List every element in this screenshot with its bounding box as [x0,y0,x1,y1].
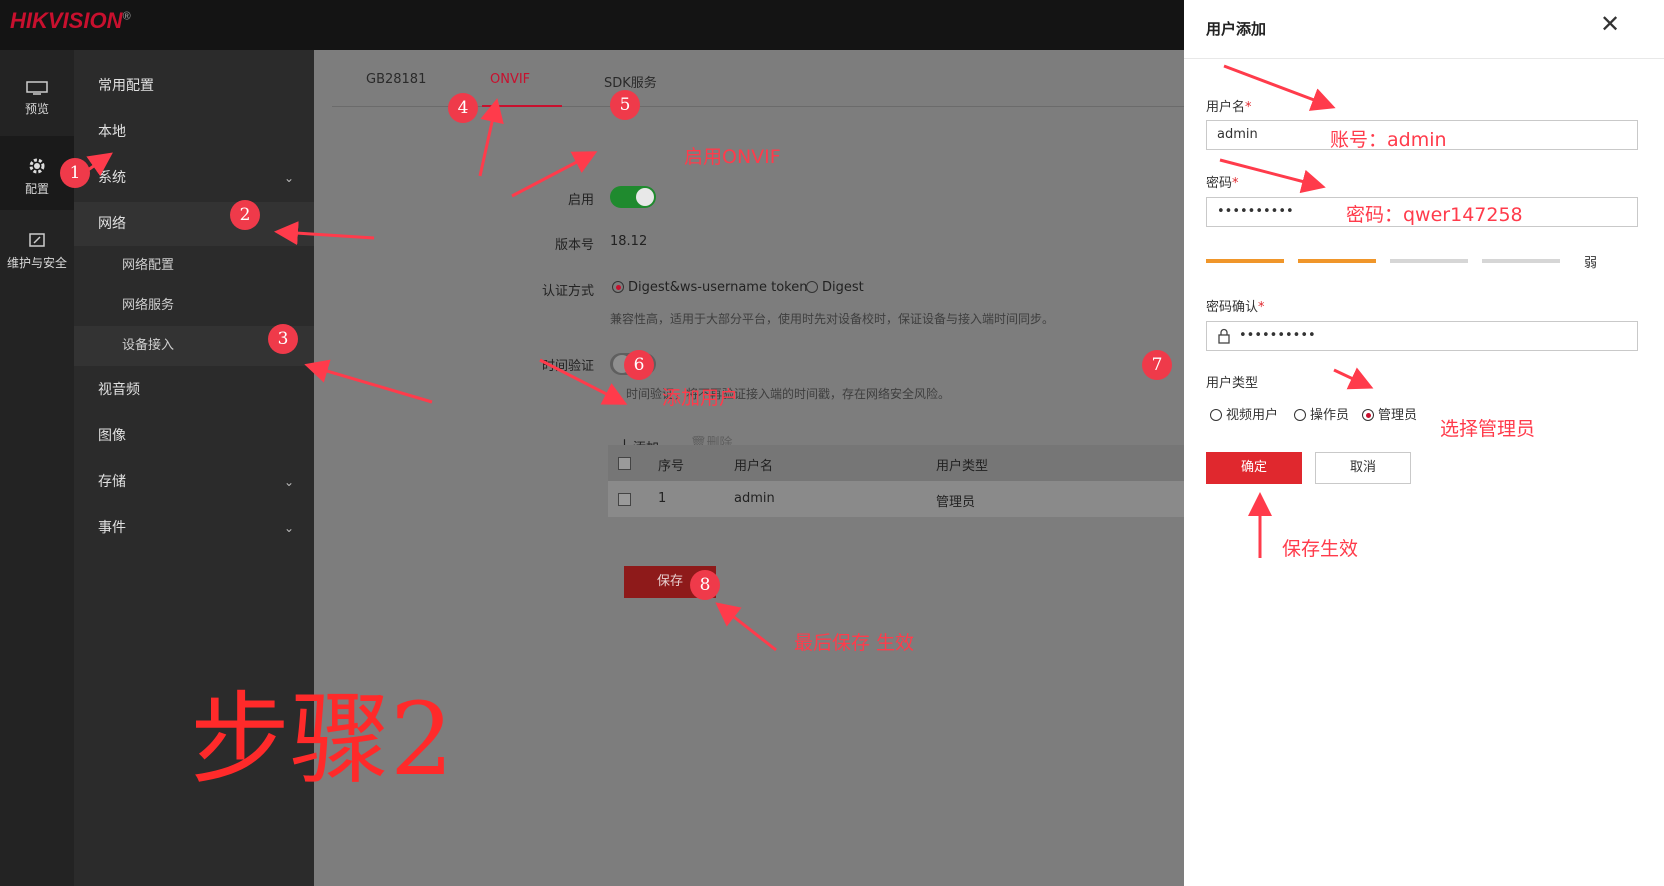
step-label: 步骤2 [190,681,454,798]
note-account: 账号：admin [1330,129,1447,151]
note-enable-onvif: 启用ONVIF [684,146,781,168]
arrow-password [1219,158,1326,194]
arrow-config [86,152,113,177]
badge-5: 5 [610,90,640,120]
arrow-network [274,221,375,246]
arrow-add-user [539,358,628,405]
note-password: 密码：qwer147258 [1346,204,1523,226]
badge-1: 1 [60,158,90,188]
arrow-save [715,602,777,652]
note-final-save: 最后保存 生效 [794,632,915,654]
arrow-enable [511,151,598,198]
badge-3: 3 [268,324,298,354]
badge-7: 7 [1142,350,1172,380]
badge-4: 4 [448,93,478,123]
note-choose-admin: 选择管理员 [1440,418,1536,440]
arrow-username [1223,64,1336,111]
arrow-admin [1333,367,1374,390]
badge-8: 8 [690,570,720,600]
note-add-user: 添加用户 [662,387,739,409]
arrow-device-access [304,359,433,404]
note-save-effect: 保存生效 [1282,538,1359,560]
badge-2: 2 [230,200,260,230]
arrow-onvif-tab [478,98,504,177]
badge-6: 6 [624,350,654,380]
